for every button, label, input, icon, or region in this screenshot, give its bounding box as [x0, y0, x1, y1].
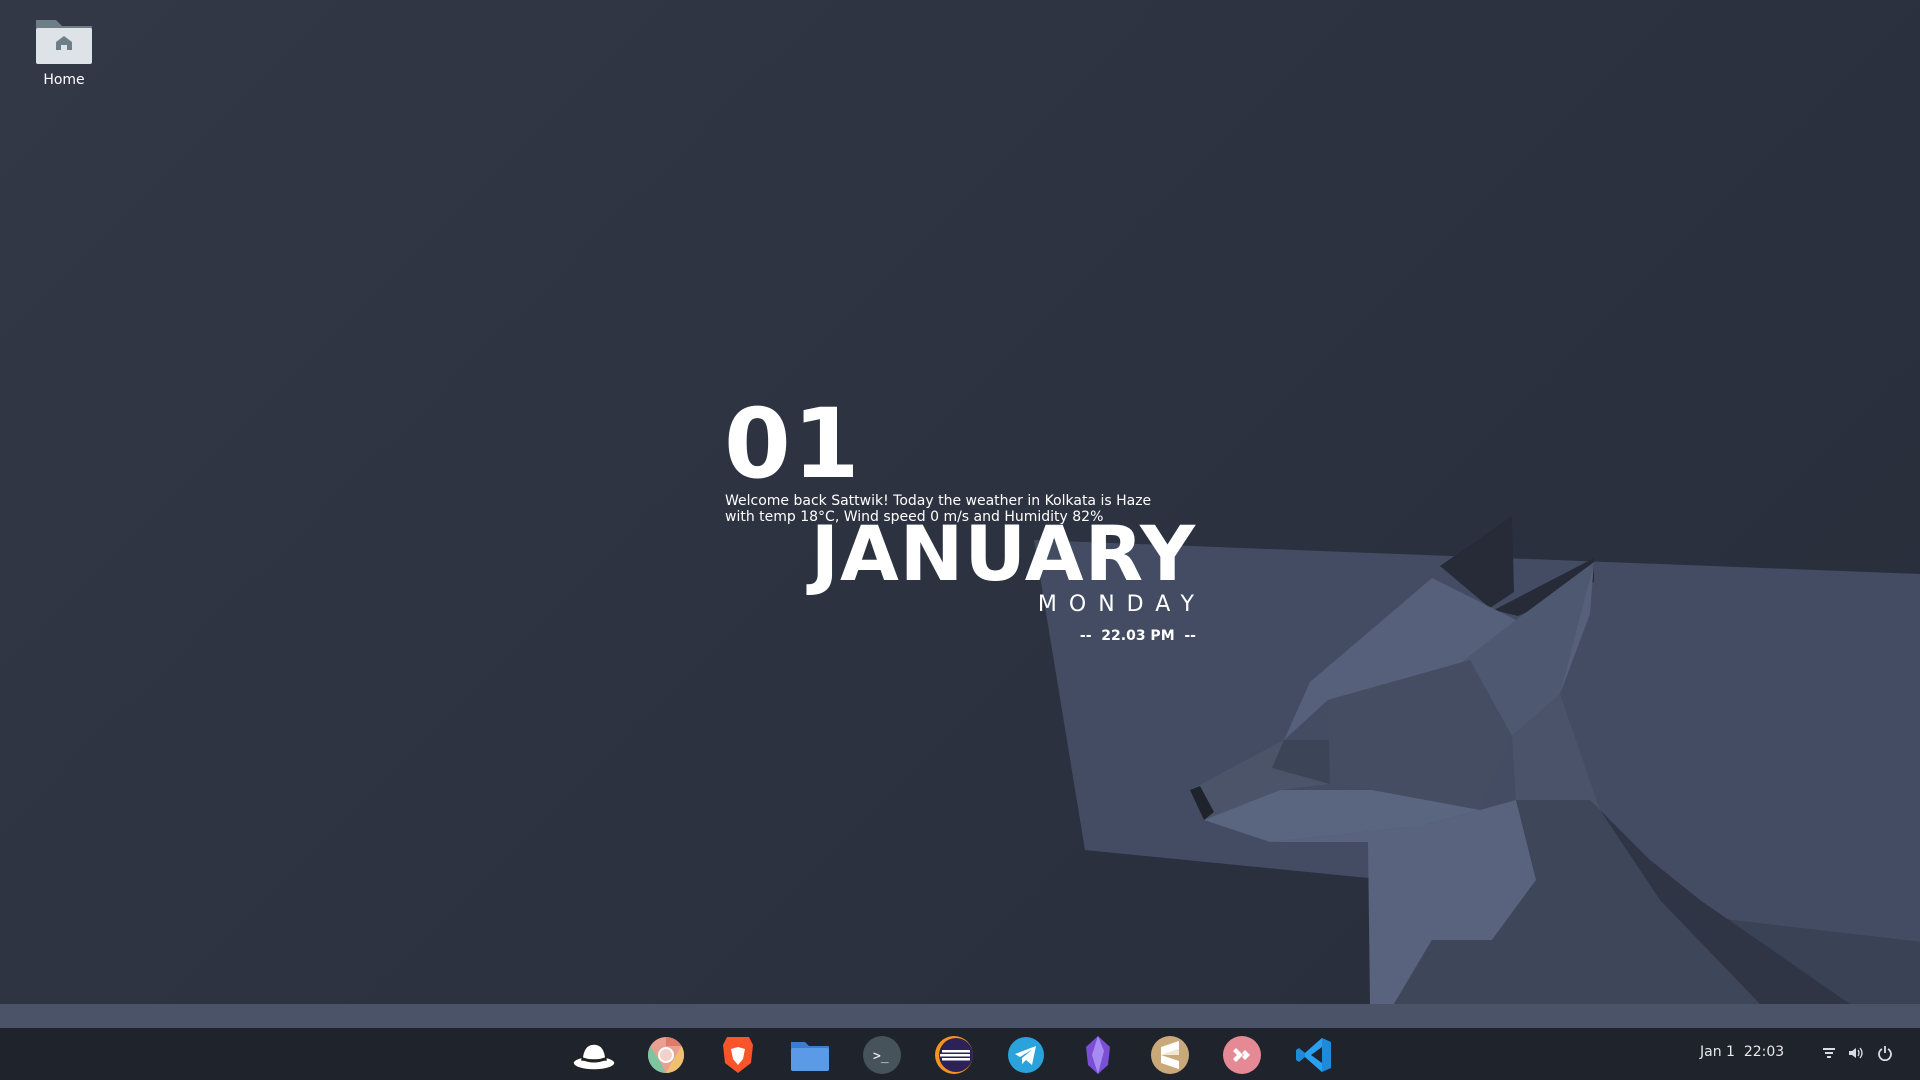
- telegram-icon[interactable]: [1004, 1033, 1048, 1077]
- anydesk-icon[interactable]: [1220, 1033, 1264, 1077]
- network-icon[interactable]: [1820, 1044, 1838, 1062]
- dock: >_: [572, 1033, 1336, 1077]
- vscode-icon[interactable]: [1292, 1033, 1336, 1077]
- eclipse-icon[interactable]: [932, 1033, 976, 1077]
- svg-text:>_: >_: [873, 1049, 889, 1064]
- obsidian-icon[interactable]: [1076, 1033, 1120, 1077]
- widget-day-number: 01: [724, 388, 862, 500]
- widget-month: JANUARY: [810, 509, 1196, 598]
- terminal-icon[interactable]: >_: [860, 1033, 904, 1077]
- sublime-text-icon[interactable]: [1148, 1033, 1192, 1077]
- widget-welcome-line-1: Welcome back Sattwik! Today the weather …: [725, 493, 1152, 509]
- volume-icon[interactable]: [1847, 1044, 1865, 1062]
- brave-icon[interactable]: [716, 1033, 760, 1077]
- panel-strip: [0, 1004, 1920, 1028]
- power-icon[interactable]: [1876, 1044, 1894, 1062]
- clock-widget: 01 Welcome back Sattwik! Today the weath…: [724, 396, 1196, 656]
- chromium-icon[interactable]: [644, 1033, 688, 1077]
- widget-weekday: MONDAY: [1037, 592, 1206, 617]
- desktop-icon-home[interactable]: Home: [24, 16, 104, 88]
- files-icon[interactable]: [788, 1033, 832, 1077]
- desktop-icon-label: Home: [43, 72, 85, 88]
- tray-clock[interactable]: Jan 1 22:03: [1700, 1044, 1784, 1060]
- redhat-hat-icon[interactable]: [572, 1033, 616, 1077]
- widget-time: -- 22.03 PM --: [1079, 628, 1196, 644]
- home-folder-icon: [36, 20, 92, 64]
